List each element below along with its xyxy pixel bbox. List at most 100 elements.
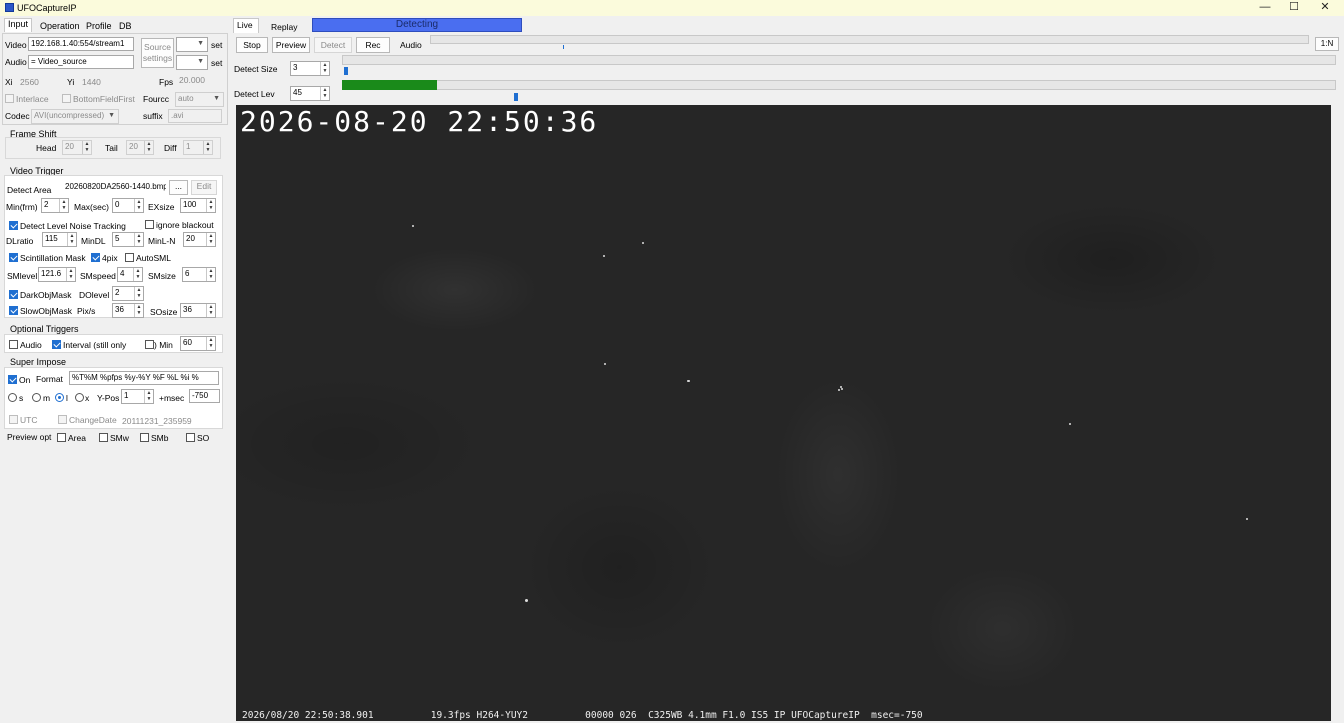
spin-arrows-icon[interactable]: ▲ ▼ [66,268,75,281]
minimize-button[interactable]: — [1250,0,1280,16]
mindl-spinner[interactable]: 5 ▲ ▼ [112,232,144,247]
close-button[interactable]: ✕ [1310,0,1340,16]
spin-arrows-icon[interactable]: ▲ ▼ [134,233,143,246]
spin-arrows-icon[interactable]: ▲ ▼ [206,233,215,246]
one-to-n-button[interactable]: 1:N [1315,37,1339,51]
head-spinner[interactable]: 20 ▲ ▼ [62,140,92,155]
spin-arrows-icon[interactable]: ▲ ▼ [144,390,153,403]
detect-size-slider-thumb[interactable] [344,67,348,75]
spin-arrows-icon[interactable]: ▲ ▼ [134,304,143,317]
spin-arrows-icon[interactable]: ▲ ▼ [133,268,142,281]
audio-source-input[interactable]: = Video_source [28,55,134,69]
spin-arrows-icon[interactable]: ▲ ▼ [203,141,212,154]
video-source-input[interactable]: 192.168.1.40:554/stream1 [28,37,134,51]
sosize-spinner[interactable]: 36 ▲ ▼ [180,303,216,318]
ignore-blackout-checkbox[interactable] [145,220,154,229]
fourcc-combo[interactable]: auto ▼ [175,92,224,107]
audio-meter-label: Audio [400,40,422,50]
ypos-value: 1 [124,391,129,400]
audio-device-combo[interactable]: ▼ [176,55,208,70]
change-date-checkbox[interactable] [58,415,67,424]
spin-arrows-icon[interactable]: ▲ ▼ [320,87,329,100]
exsize-spinner[interactable]: 100 ▲ ▼ [180,198,216,213]
fourcc-value: auto [178,94,194,103]
tab-live[interactable]: Live [237,20,253,30]
detect-lev-slider-thumb[interactable] [514,93,518,101]
size-x-radio[interactable] [75,393,84,402]
superimpose-on-checkbox[interactable] [8,375,17,384]
slowobjmask-checkbox[interactable] [9,306,18,315]
spin-arrows-icon[interactable]: ▲ ▼ [144,141,153,154]
spin-arrows-icon[interactable]: ▲ ▼ [67,233,76,246]
video-device-combo[interactable]: ▼ [176,37,208,52]
autosml-checkbox[interactable] [125,253,134,262]
preview-smb-checkbox[interactable] [140,433,149,442]
spin-arrows-icon[interactable]: ▲ ▼ [134,199,143,212]
tab-replay[interactable]: Replay [271,22,297,32]
dlratio-spinner[interactable]: 115 ▲ ▼ [42,232,77,247]
preview-area-checkbox[interactable] [57,433,66,442]
browse-button[interactable]: ... [169,180,188,195]
ypos-spinner[interactable]: 1 ▲ ▼ [121,389,154,404]
interval-min-spinner[interactable]: 60 ▲ ▼ [180,336,216,351]
spin-arrows-icon[interactable]: ▲ ▼ [206,304,215,317]
spin-arrows-icon[interactable]: ▲ ▼ [134,287,143,300]
diff-spinner[interactable]: 1 ▲ ▼ [183,140,213,155]
spin-arrows-icon[interactable]: ▲ ▼ [59,199,68,212]
preview-so-checkbox[interactable] [186,433,195,442]
detect-size-spinner[interactable]: 3 ▲ ▼ [290,61,330,76]
mindl-value: 5 [115,234,120,243]
exsize-value: 100 [183,200,197,209]
spin-arrows-icon[interactable]: ▲ ▼ [206,337,215,350]
tab-input[interactable]: Input [4,18,33,32]
preview-button[interactable]: Preview [272,37,310,53]
darkobjmask-checkbox[interactable] [9,290,18,299]
format-input[interactable]: %T%M %pfps %y-%Y %F %L %i % [69,371,219,385]
tail-spinner[interactable]: 20 ▲ ▼ [126,140,154,155]
spin-arrows-icon[interactable]: ▲ ▼ [206,268,215,281]
size-l-radio[interactable] [55,393,64,402]
msec-input[interactable]: -750 [189,389,220,403]
title-bar[interactable]: UFOCaptureIP — ☐ ✕ [0,0,1344,16]
spin-arrows-icon[interactable]: ▲ ▼ [320,62,329,75]
sosize-label: SOsize [150,307,178,317]
size-s-radio[interactable] [8,393,17,402]
rec-button[interactable]: Rec [356,37,390,53]
autosml-label: AutoSML [136,253,171,263]
preview-smw-checkbox[interactable] [99,433,108,442]
detect-area-input[interactable]: 20260820DA2560-1440.bmp [62,180,167,194]
max-sec-spinner[interactable]: 0 ▲ ▼ [112,198,144,213]
dolevel-spinner[interactable]: 2 ▲ ▼ [112,286,144,301]
star [1246,518,1248,520]
smsize-spinner[interactable]: 6 ▲ ▼ [182,267,216,282]
spin-arrows-icon[interactable]: ▲ ▼ [82,141,91,154]
bottom-field-first-checkbox[interactable] [62,94,71,103]
min-checkbox[interactable] [145,340,154,349]
live-video-view[interactable]: 2026-08-20 22:50:36 2026/08/20 22:50:38.… [236,105,1331,721]
minln-spinner[interactable]: 20 ▲ ▼ [183,232,216,247]
stop-button[interactable]: Stop [236,37,268,53]
codec-combo[interactable]: AVI(uncompressed) ▼ [31,109,119,124]
xi-label: Xi [5,77,13,87]
video-set-button[interactable]: set [211,40,222,50]
audio-trigger-checkbox[interactable] [9,340,18,349]
smlevel-spinner[interactable]: 121.6 ▲ ▼ [38,267,76,282]
detect-lev-spinner[interactable]: 45 ▲ ▼ [290,86,330,101]
scintillation-mask-checkbox[interactable] [9,253,18,262]
audio-set-button[interactable]: set [211,58,222,68]
source-settings-button[interactable]: Source settings [141,38,174,68]
pixs-spinner[interactable]: 36 ▲ ▼ [112,303,144,318]
spin-arrows-icon[interactable]: ▲ ▼ [206,199,215,212]
noise-tracking-checkbox[interactable] [9,221,18,230]
4pix-checkbox[interactable] [91,253,100,262]
size-m-radio[interactable] [32,393,41,402]
utc-checkbox[interactable] [9,415,18,424]
edit-button[interactable]: Edit [191,180,217,195]
maximize-button[interactable]: ☐ [1279,0,1309,16]
min-frm-spinner[interactable]: 2 ▲ ▼ [41,198,69,213]
suffix-input[interactable]: .avi [168,109,222,123]
interval-checkbox[interactable] [52,340,61,349]
interlace-checkbox[interactable] [5,94,14,103]
smspeed-spinner[interactable]: 4 ▲ ▼ [117,267,143,282]
detect-button[interactable]: Detect [314,37,352,53]
